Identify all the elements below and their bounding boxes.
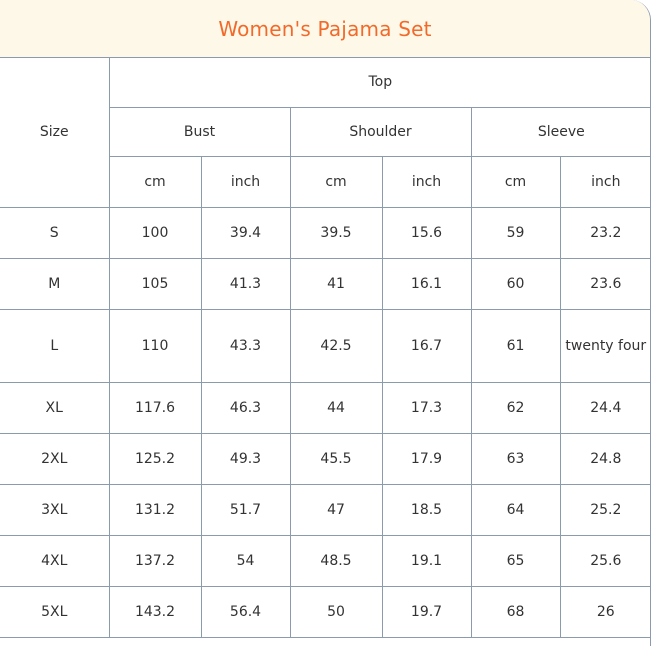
- table-cell: 51.7: [200, 483, 291, 536]
- shoulder-header: Shoulder: [289, 106, 472, 157]
- table-cell: 54: [200, 534, 291, 587]
- table-cell: 50: [289, 585, 383, 638]
- table-cell: 45.5: [289, 432, 383, 485]
- size-cell: 2XL: [0, 432, 110, 485]
- table-cell: 125.2: [108, 432, 202, 485]
- size-cell: 3XL: [0, 483, 110, 536]
- shoulder-inch-unit: inch: [381, 155, 472, 208]
- table-cell: 46.3: [200, 381, 291, 434]
- size-table: Size Top Bust Shoulder Sleeve cm inch cm…: [0, 58, 650, 638]
- table-row: S 100 39.4 39.5 15.6 59 23.2: [0, 206, 650, 259]
- table-cell: 17.3: [381, 381, 472, 434]
- table-cell: 23.2: [559, 206, 650, 259]
- table-row: M 105 41.3 41 16.1 60 23.6: [0, 257, 650, 310]
- header-row-group: Size Top: [0, 58, 650, 208]
- table-row: 5XL 143.2 56.4 50 19.7 68 26: [0, 585, 650, 638]
- table-cell: 16.1: [381, 257, 472, 310]
- title-bar: Women's Pajama Set: [0, 0, 650, 58]
- table-cell: 59: [470, 206, 561, 259]
- table-row: 4XL 137.2 54 48.5 19.1 65 25.6: [0, 534, 650, 587]
- table-cell: 100: [108, 206, 202, 259]
- sleeve-header: Sleeve: [470, 106, 650, 157]
- sleeve-inch-unit: inch: [559, 155, 650, 208]
- table-cell: 24.4: [559, 381, 650, 434]
- size-cell: 5XL: [0, 585, 110, 638]
- table-row: XL 117.6 46.3 44 17.3 62 24.4: [0, 381, 650, 434]
- table-cell: 48.5: [289, 534, 383, 587]
- table-cell: 68: [470, 585, 561, 638]
- table-cell: 41: [289, 257, 383, 310]
- table-cell: 44: [289, 381, 383, 434]
- size-cell: M: [0, 257, 110, 310]
- table-cell: 49.3: [200, 432, 291, 485]
- table-cell: 47: [289, 483, 383, 536]
- table-cell: 18.5: [381, 483, 472, 536]
- table-cell: 61: [470, 308, 561, 383]
- table-cell: 42.5: [289, 308, 383, 383]
- table-cell: 137.2: [108, 534, 202, 587]
- table-cell: 43.3: [200, 308, 291, 383]
- size-chart-card: Women's Pajama Set Size Top Bust Shoulde…: [0, 0, 651, 646]
- table-cell: 15.6: [381, 206, 472, 259]
- size-cell: 4XL: [0, 534, 110, 587]
- table-row: 3XL 131.2 51.7 47 18.5 64 25.2: [0, 483, 650, 536]
- table-cell: 39.5: [289, 206, 383, 259]
- table-cell: 25.2: [559, 483, 650, 536]
- table-row: 2XL 125.2 49.3 45.5 17.9 63 24.8: [0, 432, 650, 485]
- table-cell: 16.7: [381, 308, 472, 383]
- table-cell: 56.4: [200, 585, 291, 638]
- table-cell: 143.2: [108, 585, 202, 638]
- chart-title: Women's Pajama Set: [218, 16, 432, 41]
- table-cell: 60: [470, 257, 561, 310]
- table-cell: 26: [559, 585, 650, 638]
- table-cell: 105: [108, 257, 202, 310]
- table-cell: 117.6: [108, 381, 202, 434]
- table-cell: 17.9: [381, 432, 472, 485]
- table-row: L 110 43.3 42.5 16.7 61 twenty four: [0, 308, 650, 383]
- table-cell: 110: [108, 308, 202, 383]
- table-cell: 131.2: [108, 483, 202, 536]
- size-cell: S: [0, 206, 110, 259]
- sleeve-cm-unit: cm: [470, 155, 561, 208]
- table-cell: twenty four: [559, 308, 650, 383]
- table-cell: 65: [470, 534, 561, 587]
- shoulder-cm-unit: cm: [289, 155, 383, 208]
- table-cell: 19.7: [381, 585, 472, 638]
- table-cell: 25.6: [559, 534, 650, 587]
- size-cell: XL: [0, 381, 110, 434]
- bust-cm-unit: cm: [109, 155, 202, 208]
- size-column-header: Size: [0, 58, 110, 208]
- table-cell: 41.3: [200, 257, 291, 310]
- table-cell: 63: [470, 432, 561, 485]
- table-cell: 19.1: [381, 534, 472, 587]
- top-group-header: Top: [108, 58, 650, 108]
- bust-inch-unit: inch: [200, 155, 291, 208]
- table-cell: 24.8: [559, 432, 650, 485]
- table-cell: 62: [470, 381, 561, 434]
- size-cell: L: [0, 308, 110, 383]
- table-cell: 64: [470, 483, 561, 536]
- table-cell: 39.4: [200, 206, 291, 259]
- bust-header: Bust: [109, 106, 291, 157]
- table-cell: 23.6: [559, 257, 650, 310]
